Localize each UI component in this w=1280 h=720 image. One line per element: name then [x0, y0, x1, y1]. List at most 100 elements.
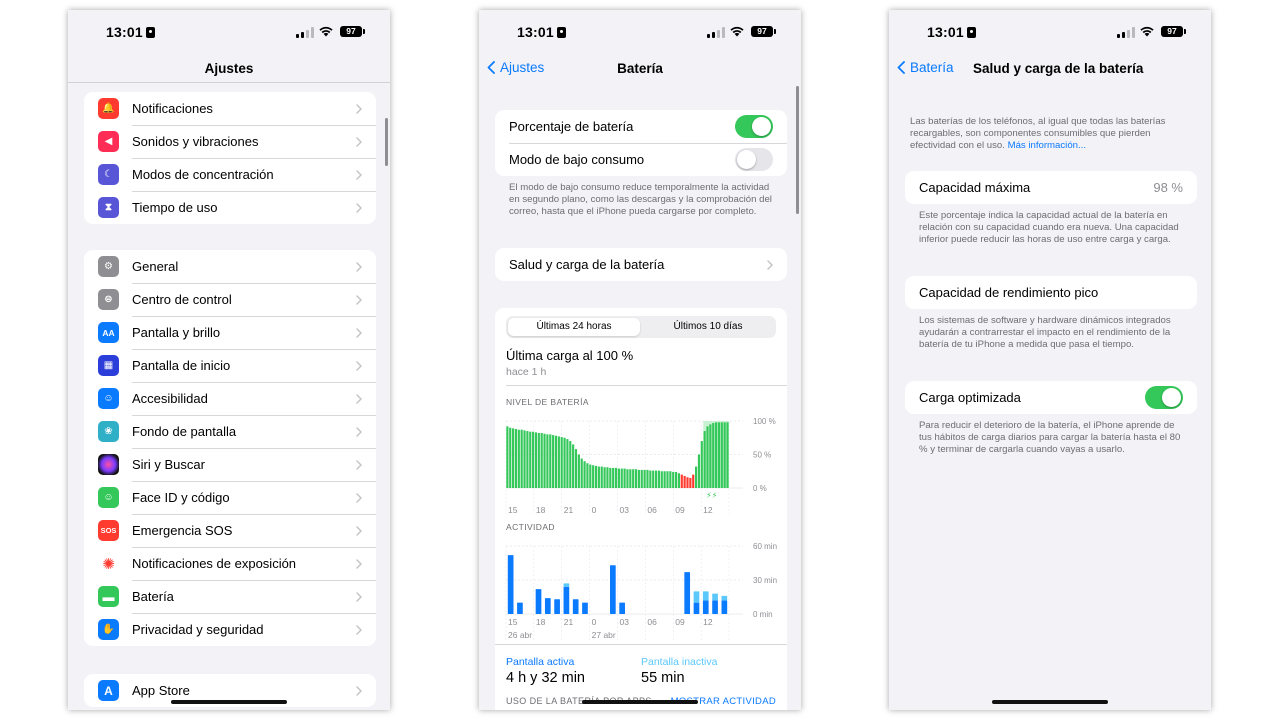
settings-row-label: Batería [132, 589, 174, 604]
scrollbar[interactable] [385, 118, 388, 166]
settings-row[interactable]: ⚙ General [84, 250, 376, 283]
battery-percentage-toggle[interactable] [735, 115, 773, 138]
cellular-signal-icon [296, 27, 314, 38]
status-bar: 13:01 97 [479, 10, 801, 54]
battery-level-bar [677, 473, 680, 488]
settings-row[interactable]: ▦ Pantalla de inicio [84, 349, 376, 382]
settings-row[interactable]: ◀ Sonidos y vibraciones [84, 125, 376, 158]
battery-level-bar [672, 471, 675, 488]
battery-level-bar [694, 466, 698, 488]
battery-level-bar [583, 461, 586, 488]
chevron-left-icon [897, 61, 905, 74]
screen-active-bar [693, 602, 700, 614]
optimized-charging-toggle[interactable] [1145, 386, 1183, 409]
battery-level-bar [643, 469, 646, 488]
battery-screen: 13:01 97 Ajustes Batería Porcentaje de b… [479, 10, 801, 710]
battery-level-bar [557, 436, 560, 488]
battery-level-bar [706, 426, 709, 488]
more-info-link[interactable]: Más información... [1008, 140, 1086, 151]
tab-last-24-hours[interactable]: Últimas 24 horas [508, 318, 640, 336]
settings-row-label: Pantalla y brillo [132, 325, 221, 340]
chevron-right-icon [356, 361, 362, 371]
low-power-toggle[interactable] [735, 148, 773, 171]
battery-level-bar [560, 437, 563, 488]
battery-level-bar [649, 470, 652, 488]
battery-health-row[interactable]: Salud y carga de la batería [495, 248, 787, 281]
optimized-charging-note: Para reducir el deterioro de la batería,… [919, 420, 1181, 455]
chevron-right-icon [356, 262, 362, 272]
screen-active-bar [582, 602, 588, 614]
battery-level-bar [600, 466, 603, 488]
screen-active-bar [712, 600, 718, 614]
health-intro-note: Las baterías de los teléfonos, al igual … [910, 116, 1185, 152]
battery-level-bar [646, 469, 649, 488]
settings-row[interactable]: ❀ Fondo de pantalla [84, 415, 376, 448]
settings-row-label: Siri y Buscar [132, 457, 205, 472]
settings-row[interactable]: ▬ Batería [84, 580, 376, 613]
moon-icon: ☾ [98, 164, 119, 185]
bell-icon: 🔔 [98, 98, 119, 119]
x-tick-label: 0 [592, 505, 597, 515]
battery-level-bar [606, 467, 609, 488]
x-tick-label: 15 [508, 617, 518, 627]
x-tick-label: 21 [564, 505, 574, 515]
battery-level-bar [572, 444, 575, 488]
back-label: Batería [910, 60, 954, 75]
battery-level-bar [726, 422, 729, 488]
back-button[interactable]: Batería [897, 60, 954, 75]
screen-inactive-bar [702, 591, 709, 601]
battery-indicator: 97 [340, 26, 365, 37]
home-indicator[interactable] [992, 700, 1108, 704]
home-indicator[interactable] [582, 700, 698, 704]
max-capacity-value: 98 % [1153, 180, 1183, 195]
page-title: Batería [617, 61, 663, 76]
settings-row[interactable]: AA Pantalla y brillo [84, 316, 376, 349]
chevron-right-icon [767, 260, 773, 270]
scrollbar[interactable] [796, 86, 799, 214]
settings-row[interactable]: Siri y Buscar [84, 448, 376, 481]
battery-level-bar [523, 430, 526, 488]
x-tick-label: 18 [536, 505, 546, 515]
battery-level-bar [534, 432, 538, 488]
optimized-charging-row: Carga optimizada [905, 381, 1197, 414]
battery-level-bar [552, 435, 555, 488]
low-power-row: Modo de bajo consumo [495, 143, 787, 176]
battery-level-bar [715, 422, 718, 488]
last-charge-ago: hace 1 h [506, 366, 547, 378]
chevron-right-icon [356, 592, 362, 602]
settings-row[interactable]: ✺ Notificaciones de exposición [84, 547, 376, 580]
battery-level-bar [529, 431, 532, 488]
id-card-icon [966, 27, 976, 38]
screen-active-bar [702, 600, 709, 614]
screen-active-label: Pantalla activa [506, 656, 575, 668]
settings-row[interactable]: ✋ Privacidad y seguridad [84, 613, 376, 646]
battery-level-bar [603, 467, 606, 488]
screen-active-value: 4 h y 32 min [506, 670, 585, 686]
text-size-icon: AA [98, 322, 119, 343]
settings-row[interactable]: ⧗ Tiempo de uso [84, 191, 376, 224]
hand-icon: ✋ [98, 619, 119, 640]
settings-row[interactable]: 🔔 Notificaciones [84, 92, 376, 125]
low-power-note: El modo de bajo consumo reduce temporalm… [509, 182, 772, 217]
settings-group-1: 🔔 Notificaciones ◀ Sonidos y vibraciones ☾ Mo… [84, 92, 376, 224]
settings-row[interactable]: ☾ Modos de concentración [84, 158, 376, 191]
settings-row[interactable]: ⊜ Centro de control [84, 283, 376, 316]
peak-performance-row: Capacidad de rendimiento pico [905, 276, 1197, 309]
screen-inactive-bar [721, 595, 728, 601]
face-id-icon: ☺ [98, 487, 119, 508]
settings-row-label: Centro de control [132, 292, 232, 307]
chevron-right-icon [356, 526, 362, 536]
y-tick-label: 0 min [753, 610, 773, 619]
divider [506, 385, 787, 386]
tab-last-10-days[interactable]: Últimos 10 días [642, 318, 774, 336]
settings-row[interactable]: ☺ Face ID y código [84, 481, 376, 514]
screen-active-bar [507, 555, 514, 614]
battery-toggles-group: Porcentaje de batería Modo de bajo consu… [495, 110, 787, 176]
home-indicator[interactable] [171, 700, 287, 704]
settings-row[interactable]: ☺ Accesibilidad [84, 382, 376, 415]
status-bar: 13:01 97 [889, 10, 1211, 54]
battery-usage-card: Últimas 24 horas Últimos 10 días Última … [495, 308, 787, 710]
y-tick-label: 0 % [753, 484, 767, 493]
settings-row[interactable]: SOS Emergencia SOS [84, 514, 376, 547]
chevron-right-icon [356, 559, 362, 569]
